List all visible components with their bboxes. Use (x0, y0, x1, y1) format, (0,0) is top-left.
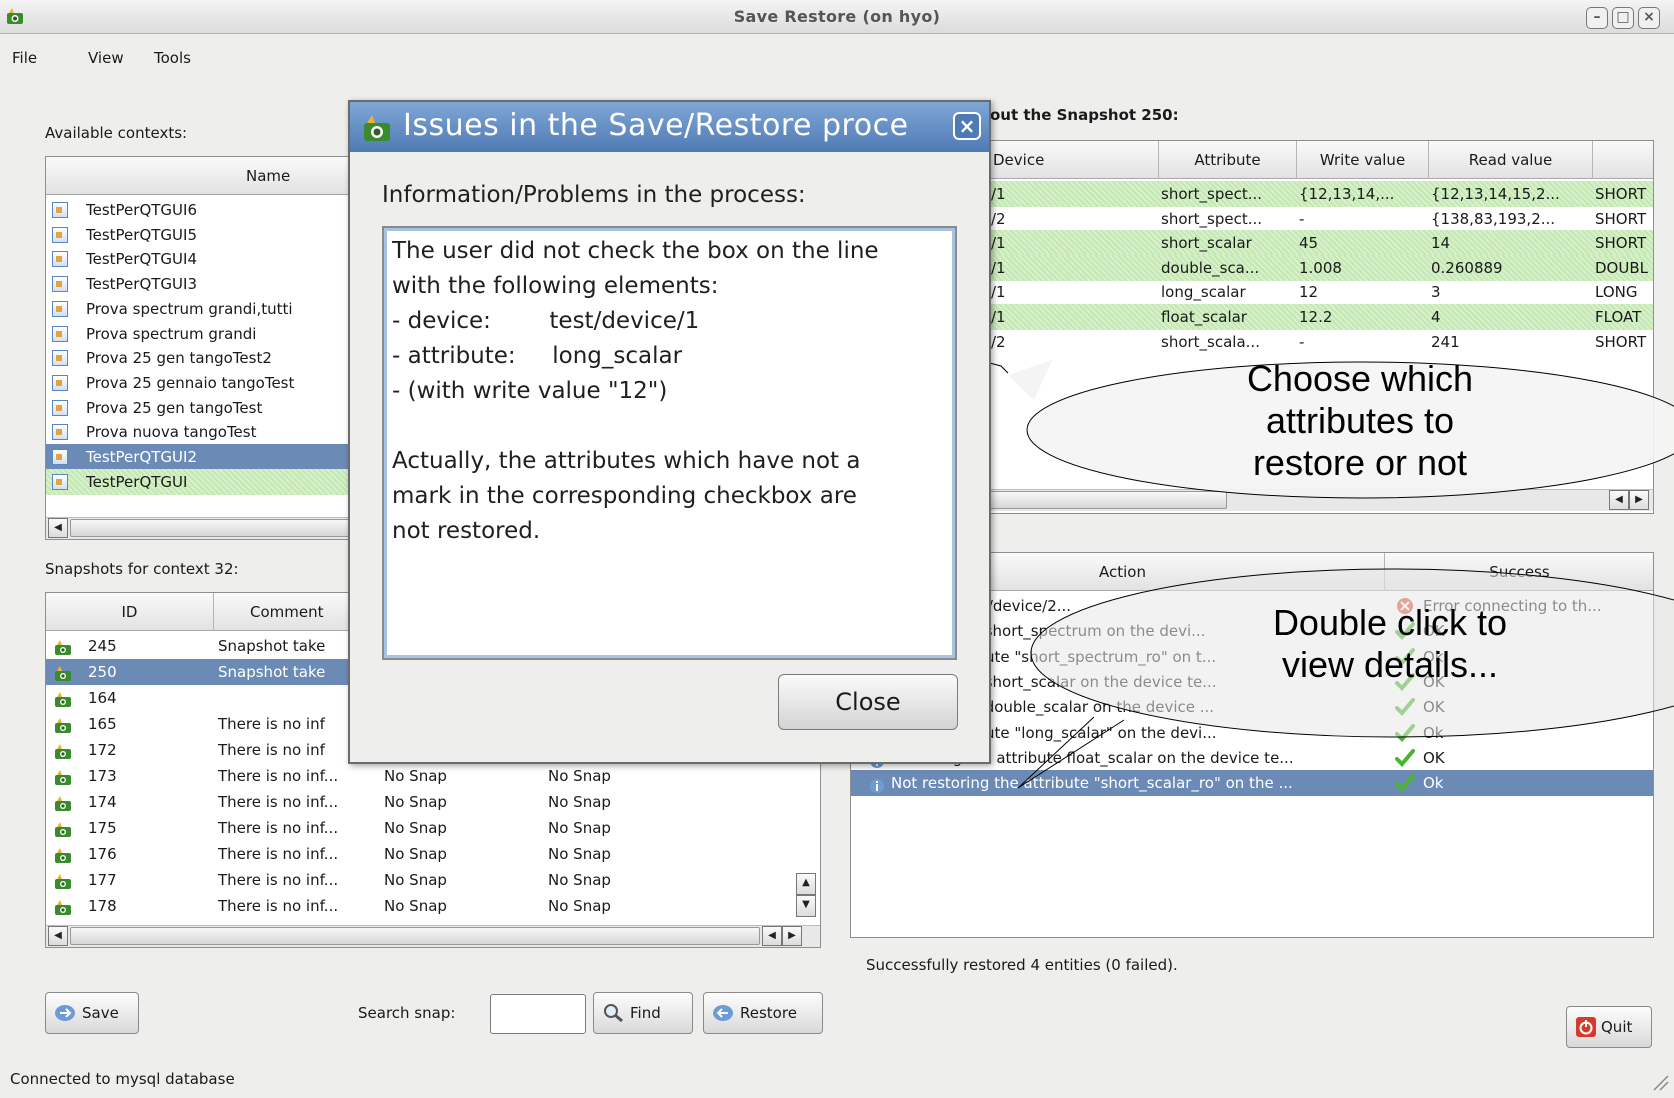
double-click-callout-pointer (1017, 716, 1125, 789)
dialog-close-button[interactable]: Close (778, 674, 958, 730)
dialog-message-line: - device: test/device/1 (392, 308, 700, 334)
dialog-message-line: not restored. (392, 518, 541, 544)
issues-dialog: Issues in the Save/Restore proce × Infor… (348, 100, 991, 764)
dialog-message-line: - (with write value "12") (392, 378, 668, 404)
app-icon (364, 115, 390, 141)
choose-callout-text: Choose which attributes to restore or not (1246, 358, 1474, 483)
dialog-heading: Information/Problems in the process: (382, 182, 806, 208)
double-click-callout-text: Double click to view details... (1272, 602, 1508, 685)
dialog-message-line: Actually, the attributes which have not … (392, 448, 861, 474)
dialog-message-line: mark in the corresponding checkbox are (392, 483, 857, 509)
dialog-message-box[interactable]: The user did not check the box on the li… (382, 226, 957, 660)
dialog-message-line: with the following elements: (392, 273, 719, 299)
dialog-message-line: - attribute: long_scalar (392, 343, 683, 369)
dialog-message-line: The user did not check the box on the li… (392, 238, 879, 264)
dialog-close-icon[interactable]: × (953, 112, 981, 140)
dialog-title-bar: Issues in the Save/Restore proce × (350, 102, 989, 152)
dialog-title: Issues in the Save/Restore proce (403, 108, 909, 143)
